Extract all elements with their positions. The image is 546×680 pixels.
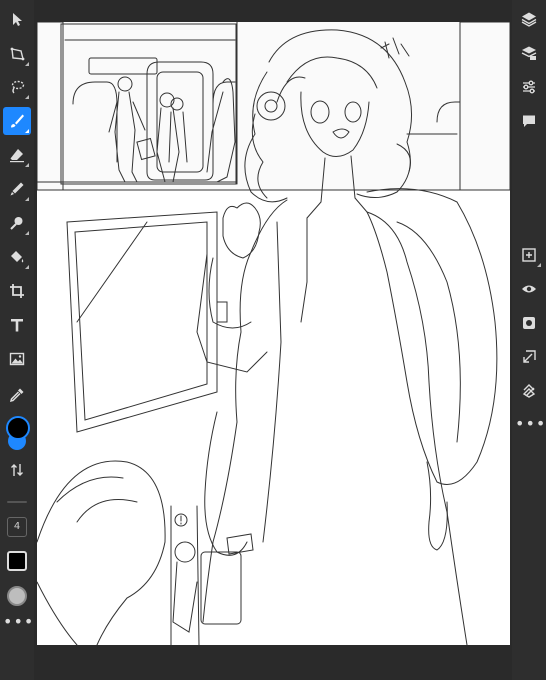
toolbar-divider xyxy=(7,501,27,503)
stroke-color-swatch[interactable] xyxy=(7,551,27,571)
layers-icon xyxy=(521,12,537,27)
comments-button[interactable] xyxy=(515,107,543,135)
lasso-icon xyxy=(11,80,25,94)
transform-icon xyxy=(10,47,25,61)
plus-square-icon xyxy=(522,248,536,262)
chat-icon xyxy=(523,115,535,127)
layer-stack-icon xyxy=(521,46,537,60)
left-more-icon[interactable]: ••• xyxy=(3,614,33,630)
text-tool-button[interactable] xyxy=(3,311,31,339)
opacity-indicator[interactable] xyxy=(7,586,27,606)
sketch-artwork xyxy=(37,22,510,645)
crop-icon xyxy=(10,284,24,298)
lasso-tool-button[interactable] xyxy=(3,73,31,101)
clear-layer-button[interactable] xyxy=(515,377,543,405)
eraser-layer-icon xyxy=(522,384,536,398)
image-tool-button[interactable] xyxy=(3,345,31,373)
merge-down-icon xyxy=(523,350,536,363)
blend-icon xyxy=(10,182,24,196)
layers-button[interactable] xyxy=(515,5,543,33)
fill-tool-button[interactable] xyxy=(3,243,31,271)
eraser-tool-button[interactable] xyxy=(3,141,31,169)
canvas-area xyxy=(34,0,512,680)
transform-tool-button[interactable] xyxy=(3,40,31,68)
eraser-icon xyxy=(10,149,24,163)
left-toolbar: 4 ••• xyxy=(0,0,34,680)
image-icon xyxy=(9,352,25,366)
primary-color-swatch[interactable] xyxy=(6,416,30,440)
right-more-icon[interactable]: ••• xyxy=(515,416,545,432)
select-tool-button[interactable] xyxy=(3,5,31,33)
right-toolbar: ••• xyxy=(512,0,546,680)
visibility-button[interactable] xyxy=(515,275,543,303)
swap-colors-button[interactable] xyxy=(3,456,31,484)
eye-icon xyxy=(522,285,536,293)
merge-down-button[interactable] xyxy=(515,343,543,371)
eyedropper-tool-button[interactable] xyxy=(3,381,31,409)
brush-tool-button[interactable] xyxy=(3,107,31,135)
sliders-icon xyxy=(523,80,535,94)
mask-icon xyxy=(523,317,535,329)
eyedropper-icon xyxy=(9,388,24,403)
brush-icon xyxy=(11,114,24,128)
paint-bucket-icon xyxy=(11,251,24,263)
text-icon xyxy=(11,319,23,332)
smudge-tool-button[interactable] xyxy=(3,209,31,237)
crop-tool-button[interactable] xyxy=(3,277,31,305)
mask-button[interactable] xyxy=(515,309,543,337)
brush-size-indicator[interactable]: 4 xyxy=(7,517,27,537)
layer-stack-button[interactable] xyxy=(515,39,543,67)
smudge-icon xyxy=(10,217,23,230)
new-layer-button[interactable] xyxy=(515,241,543,269)
swap-arrows-icon xyxy=(11,464,23,476)
adjustments-button[interactable] xyxy=(515,73,543,101)
blend-tool-button[interactable] xyxy=(3,175,31,203)
drawing-canvas[interactable] xyxy=(37,22,510,645)
arrow-cursor-icon xyxy=(13,13,22,26)
